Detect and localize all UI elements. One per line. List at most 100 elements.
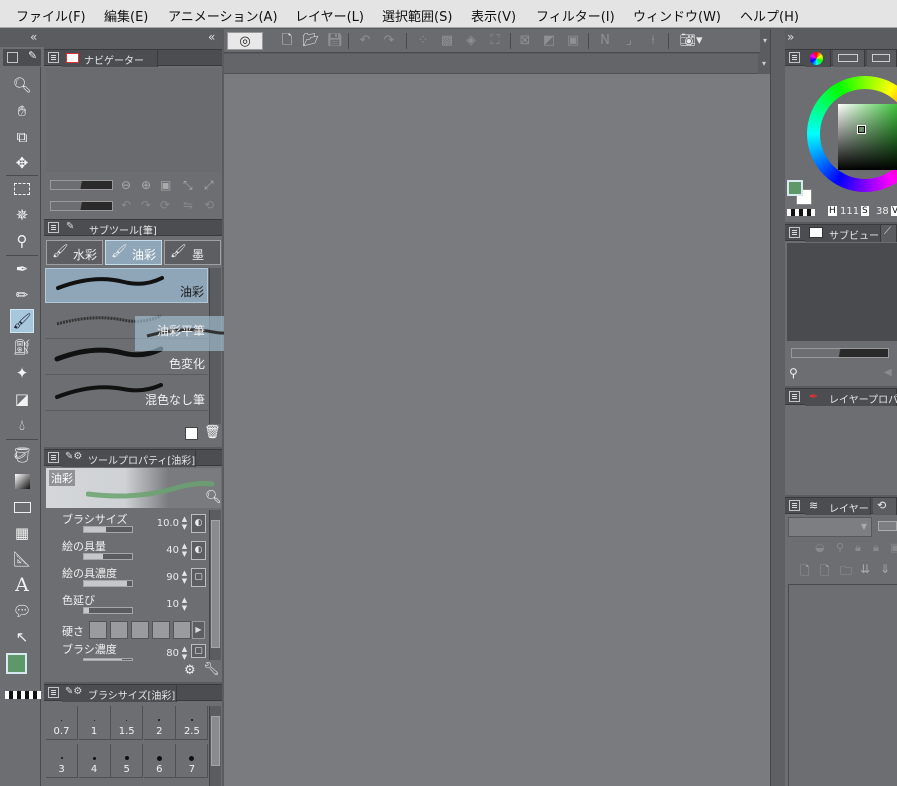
eyedropper-icon[interactable]: ⚲ [11, 231, 33, 251]
draft-icon[interactable]: ⚲ [836, 541, 844, 554]
clear-icon[interactable]: ⁘ [414, 32, 432, 50]
brush-size-preset[interactable]: 6 [143, 744, 176, 778]
panel-menu-icon[interactable] [48, 222, 59, 233]
panel-menu-icon[interactable] [789, 500, 800, 511]
collapse-right-icon[interactable]: » [787, 30, 794, 44]
screenshot-menu-icon[interactable]: 📷︎▾ [676, 32, 706, 50]
eraser-icon[interactable]: ◪ [11, 389, 33, 409]
rotate-right-icon[interactable]: ↷ [141, 198, 151, 212]
ruler-icon[interactable]: 📐︎ [11, 549, 33, 569]
brush-size-preset[interactable]: 0.7 [46, 706, 78, 740]
brush-size-preset[interactable]: 7 [176, 744, 209, 778]
tab-navigator[interactable]: ナビゲーター [62, 50, 158, 67]
lock-icon[interactable]: 🔒︎ [855, 541, 861, 555]
hardness-level[interactable] [89, 621, 107, 639]
new-raster-layer-icon[interactable]: 🗋︎ [800, 562, 810, 583]
spinner-icon[interactable]: ▲ ▼ [180, 596, 189, 612]
transparent-color-swatch[interactable] [787, 209, 815, 216]
zoom-slider[interactable] [50, 180, 113, 190]
brush-size-preset[interactable]: 3 [46, 744, 78, 778]
snap-grid-icon[interactable]: ⍿ [644, 32, 662, 50]
panel-menu-icon[interactable] [789, 52, 800, 63]
clip-studio-icon[interactable]: ◎ [227, 32, 263, 50]
selection-icon[interactable] [11, 179, 33, 199]
command-bar-overflow-icon[interactable]: ▾ [760, 29, 770, 53]
menu-view[interactable]: 表示(V) [471, 6, 516, 25]
hardness-selector[interactable] [89, 621, 191, 639]
clear-outside-icon[interactable]: ▩ [438, 32, 456, 50]
tab-color-set[interactable] [867, 50, 897, 67]
tab-brush-size[interactable]: ✎⚙ ブラシサイズ[油彩] [62, 685, 177, 702]
rotate-slider[interactable] [50, 201, 113, 211]
prop-slider[interactable] [83, 526, 133, 533]
gradient-icon[interactable] [11, 471, 33, 491]
brush-no-mix[interactable]: 混色なし筆 [45, 376, 208, 411]
new-vector-layer-icon[interactable]: 🗋︎ [820, 562, 830, 583]
tab-color-wheel[interactable] [805, 50, 831, 67]
figure-icon[interactable] [11, 497, 33, 517]
panel-menu-icon[interactable] [48, 52, 59, 63]
spinner-icon[interactable]: ▲ ▼ [180, 542, 189, 558]
tab-tool-property[interactable]: ✎⚙ ツールプロパティ[油彩] [62, 450, 196, 467]
wrench-icon[interactable]: 🔧︎ [203, 662, 220, 677]
brush-size-scrollbar[interactable] [209, 706, 221, 786]
text-icon[interactable]: A [11, 575, 33, 595]
transparent-color-swatch[interactable] [5, 691, 41, 699]
flip-h-icon[interactable]: ⇋ [183, 198, 193, 212]
actual-size-icon[interactable]: ▣ [160, 178, 171, 192]
redo-icon[interactable]: ↷ [380, 32, 398, 50]
collapse-left-panels-icon[interactable]: « [208, 30, 215, 44]
right-dock-splitter[interactable] [770, 29, 785, 786]
prop-slider[interactable] [83, 580, 133, 587]
canvas-area[interactable] [224, 54, 770, 786]
clip-icon[interactable]: ▣ [890, 541, 897, 554]
panel-menu-icon[interactable] [789, 227, 800, 238]
pencil-icon[interactable]: ✏ [11, 285, 33, 305]
color-picker-cursor[interactable] [857, 125, 866, 134]
reference-icon[interactable]: ◒ [815, 541, 825, 554]
brush-size-preset[interactable]: 1 [78, 706, 111, 740]
menu-edit[interactable]: 編集(E) [104, 6, 148, 25]
main-color-swatch[interactable] [6, 653, 27, 674]
panel-menu-icon[interactable] [48, 452, 59, 463]
tab-layer[interactable]: ≋ レイヤー [805, 498, 871, 515]
hardness-level[interactable] [152, 621, 170, 639]
save-icon[interactable]: 💾︎ [326, 32, 344, 50]
tab-ink[interactable]: 🖌︎ 墨 [164, 240, 221, 265]
fit-window-icon[interactable]: ⤢ [204, 178, 214, 193]
zoom-in-icon[interactable]: ⊕ [141, 178, 151, 192]
panel-menu-icon[interactable] [7, 52, 18, 63]
previous-image-icon[interactable]: ◀ [884, 367, 892, 378]
menu-filter[interactable]: フィルター(I) [536, 6, 615, 25]
fill-icon[interactable]: ◈ [462, 32, 480, 50]
panel-menu-icon[interactable] [48, 687, 59, 698]
zoom-out-icon[interactable]: ⊖ [121, 178, 131, 192]
reset-rotate-icon[interactable]: ⟳ [160, 198, 170, 212]
settings-icon[interactable]: ▢ [191, 568, 206, 587]
airbrush-icon[interactable]: ⛽︎ [11, 337, 33, 357]
brush-size-preset[interactable]: 2 [143, 706, 176, 740]
hardness-level[interactable] [173, 621, 191, 639]
menu-animation[interactable]: アニメーション(A) [168, 6, 278, 25]
prop-slider[interactable] [83, 658, 133, 661]
open-file-icon[interactable]: 📂︎ [302, 32, 320, 50]
hardness-level[interactable] [110, 621, 128, 639]
snap-special-icon[interactable]: ⌟ [620, 32, 638, 50]
show-selection-icon[interactable]: ▣ [564, 32, 582, 50]
main-color-swatch[interactable] [787, 180, 803, 196]
saturation-value-square[interactable] [838, 104, 897, 170]
prop-value[interactable]: 80 [166, 648, 179, 659]
eyedropper-icon[interactable]: ⚲ [789, 366, 798, 380]
transfer-down-icon[interactable]: ⇊ [860, 562, 870, 576]
frame-icon[interactable]: ▦ [11, 523, 33, 543]
brush-icon[interactable]: 🖌︎ [10, 309, 34, 333]
pressure-icon[interactable]: ◐ [191, 541, 206, 560]
brush-size-preset[interactable]: 2.5 [176, 706, 209, 740]
undo-icon[interactable]: ↶ [356, 32, 374, 50]
brush-oil[interactable]: 油彩 [45, 268, 208, 303]
new-file-icon[interactable]: 🗋︎ [278, 32, 296, 50]
snap-ruler-icon[interactable]: N [596, 32, 614, 50]
new-folder-icon[interactable]: 🗀︎ [840, 562, 852, 583]
menu-file[interactable]: ファイル(F) [16, 6, 86, 25]
correct-line-icon[interactable]: ↖ [11, 627, 33, 647]
